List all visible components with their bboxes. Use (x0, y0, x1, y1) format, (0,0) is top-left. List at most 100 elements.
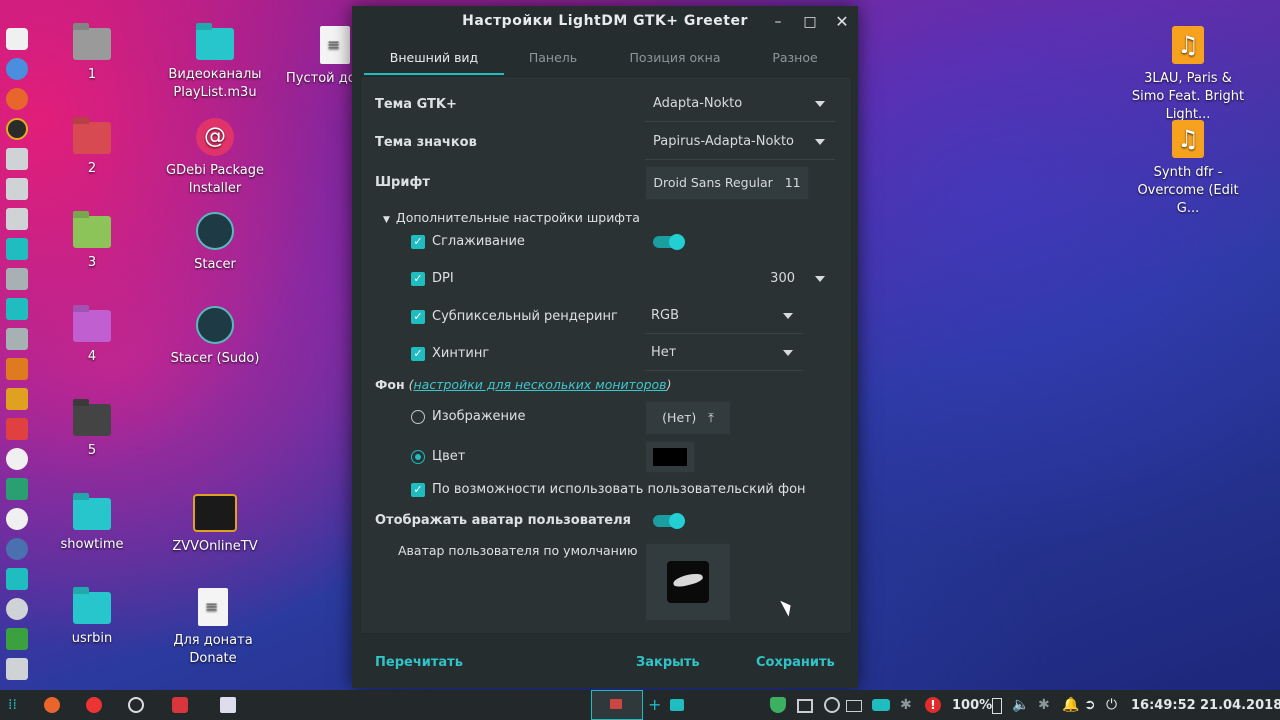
clock-date: 21.04.2018 (1200, 698, 1280, 713)
archive-icon[interactable] (6, 268, 28, 290)
chromium-icon[interactable] (6, 58, 28, 80)
desktop-folder-1[interactable]: 1 (32, 28, 152, 84)
bluetooth-icon[interactable]: ✱ (900, 697, 916, 713)
tab-panel[interactable]: Панель (492, 42, 614, 74)
volume-icon[interactable]: 🔈 (1012, 697, 1029, 713)
save-button[interactable]: Сохранить (756, 655, 835, 670)
terminal-icon[interactable] (6, 658, 28, 680)
files-icon[interactable] (670, 699, 684, 711)
desktop-folder-5[interactable]: 5 (32, 404, 152, 460)
window-titlebar[interactable]: Настройки LightDM GTK+ Greeter – □ ✕ (352, 6, 858, 38)
active-window-task[interactable] (591, 690, 643, 720)
desktop-empty-doc[interactable]: Пустой док (276, 26, 362, 88)
bluetooth-icon-2[interactable]: ✱ (1038, 697, 1054, 713)
antialias-checkbox[interactable]: ✓ (411, 235, 425, 249)
chevron-down-icon (815, 276, 825, 282)
steam-icon[interactable] (6, 538, 28, 560)
desktop-zvvonlinetv[interactable]: ZVVOnlineTV (155, 494, 275, 556)
desktop-music-file-2[interactable]: ♫ Synth dfr - Overcome (Edit G... (1128, 120, 1248, 218)
leaf-icon[interactable] (6, 478, 28, 500)
camera-icon[interactable] (6, 28, 28, 50)
trash-icon[interactable] (6, 628, 28, 650)
desktop-stacer[interactable]: Stacer (155, 212, 275, 274)
ubuntu-icon-2[interactable] (6, 508, 28, 530)
search-app-icon[interactable] (86, 697, 102, 713)
battery-percent: 100% (952, 698, 993, 713)
desktop-folder-4[interactable]: 4 (32, 310, 152, 366)
desktop-music-file-1[interactable]: ♫ 3LAU, Paris & Simo Feat. Bright Light.… (1128, 26, 1248, 124)
firefox-icon[interactable] (6, 88, 28, 110)
logout-icon[interactable]: ➲ (1084, 697, 1100, 713)
folder-icon (73, 28, 111, 60)
antialias-switch[interactable] (653, 234, 685, 250)
app-grid-icon[interactable]: ⁞⁞ (8, 697, 24, 713)
bg-image-chooser[interactable]: (Нет) ⤒ (645, 401, 731, 435)
info-app-icon[interactable] (6, 178, 28, 200)
subpixel-select[interactable]: RGB (645, 299, 803, 334)
bg-color-radio[interactable] (411, 450, 425, 464)
browser-icon[interactable] (6, 598, 28, 620)
reload-button[interactable]: Перечитать (375, 655, 463, 670)
settings-app-icon[interactable] (6, 148, 28, 170)
tools-app-icon[interactable] (6, 208, 28, 230)
bg-color-button[interactable] (645, 441, 695, 473)
keyboard-icon[interactable] (846, 700, 862, 712)
gtk-theme-select[interactable]: Adapta-Nokto (645, 87, 835, 122)
desktop-gdebi[interactable]: @ GDebi Package Installer (155, 118, 275, 198)
close-button[interactable]: Закрыть (636, 655, 700, 670)
active-tab-indicator (364, 73, 504, 75)
dpi-checkbox[interactable]: ✓ (411, 272, 425, 286)
show-avatar-switch[interactable] (653, 513, 685, 529)
close-icon[interactable]: ✕ (832, 12, 852, 32)
icon-theme-select[interactable]: Papirus-Adapta-Nokto (645, 125, 835, 160)
power-icon[interactable]: ⏻ (1106, 697, 1122, 713)
desktop-folder-3[interactable]: 3 (32, 216, 152, 272)
bell-icon[interactable]: 🔔 (1062, 697, 1079, 713)
desktop-icon-label: Stacer (Sudo) (170, 351, 260, 366)
desktop-folder-showtime[interactable]: showtime (32, 498, 152, 554)
alert-icon[interactable]: ! (925, 697, 941, 713)
desktop-stacer-sudo[interactable]: Stacer (Sudo) (155, 306, 275, 368)
files-icon[interactable] (6, 298, 28, 320)
desktop-folder-usrbin[interactable]: usrbin (32, 592, 152, 648)
hinting-select[interactable]: Нет (645, 336, 803, 371)
hinting-checkbox[interactable]: ✓ (411, 347, 425, 361)
folder-app-icon[interactable] (6, 238, 28, 260)
ubuntu-icon[interactable] (6, 448, 28, 470)
add-icon[interactable]: + (648, 697, 664, 713)
desktop-donate-file[interactable]: Для доната Donate (153, 588, 273, 668)
terminal-icon[interactable] (220, 697, 236, 713)
recorder-icon[interactable] (172, 697, 188, 713)
multi-monitor-settings-link[interactable]: настройки для нескольких мониторов (414, 377, 667, 392)
minimize-icon[interactable]: – (768, 12, 788, 32)
default-avatar-button[interactable] (645, 543, 731, 621)
maximize-icon[interactable]: □ (800, 12, 820, 32)
screen-icon[interactable] (797, 699, 813, 713)
subpixel-checkbox[interactable]: ✓ (411, 310, 425, 324)
hinting-value: Нет (651, 345, 677, 360)
battery-icon[interactable] (992, 698, 1002, 714)
tab-misc[interactable]: Разное (734, 42, 856, 74)
package-icon[interactable] (6, 418, 28, 440)
music-player-icon[interactable] (6, 118, 28, 140)
brightness-icon[interactable] (824, 697, 840, 713)
desktop-folder-2[interactable]: 2 (32, 122, 152, 178)
font-chooser-button[interactable]: Droid Sans Regular 11 (645, 166, 809, 200)
font-extra-expander[interactable]: ▼ Дополнительные настройки шрифта (383, 210, 640, 225)
broom-icon[interactable] (6, 388, 28, 410)
firefox-icon[interactable] (44, 697, 60, 713)
browser-icon[interactable] (128, 697, 144, 713)
bg-image-radio[interactable] (411, 410, 425, 424)
cleaner-icon[interactable] (6, 358, 28, 380)
anchor-icon[interactable] (6, 568, 28, 590)
user-bg-checkbox[interactable]: ✓ (411, 483, 425, 497)
taskbar: ⁞⁞ + ✱ ! 100% 🔈 ✱ 🔔 ➲ ⏻ 16:49:52 21.04.2… (0, 690, 1280, 720)
tab-appearance[interactable]: Внешний вид (364, 42, 504, 74)
dpi-select[interactable]: 300 (645, 262, 835, 296)
shield-icon[interactable] (770, 697, 786, 713)
drive-icon[interactable] (6, 328, 28, 350)
desktop-playlist[interactable]: Видеоканалы PlayList.m3u (155, 28, 275, 102)
expander-arrow-icon: ▼ (383, 215, 390, 225)
tab-window-position[interactable]: Позиция окна (614, 42, 736, 74)
camera-icon[interactable] (872, 699, 890, 711)
